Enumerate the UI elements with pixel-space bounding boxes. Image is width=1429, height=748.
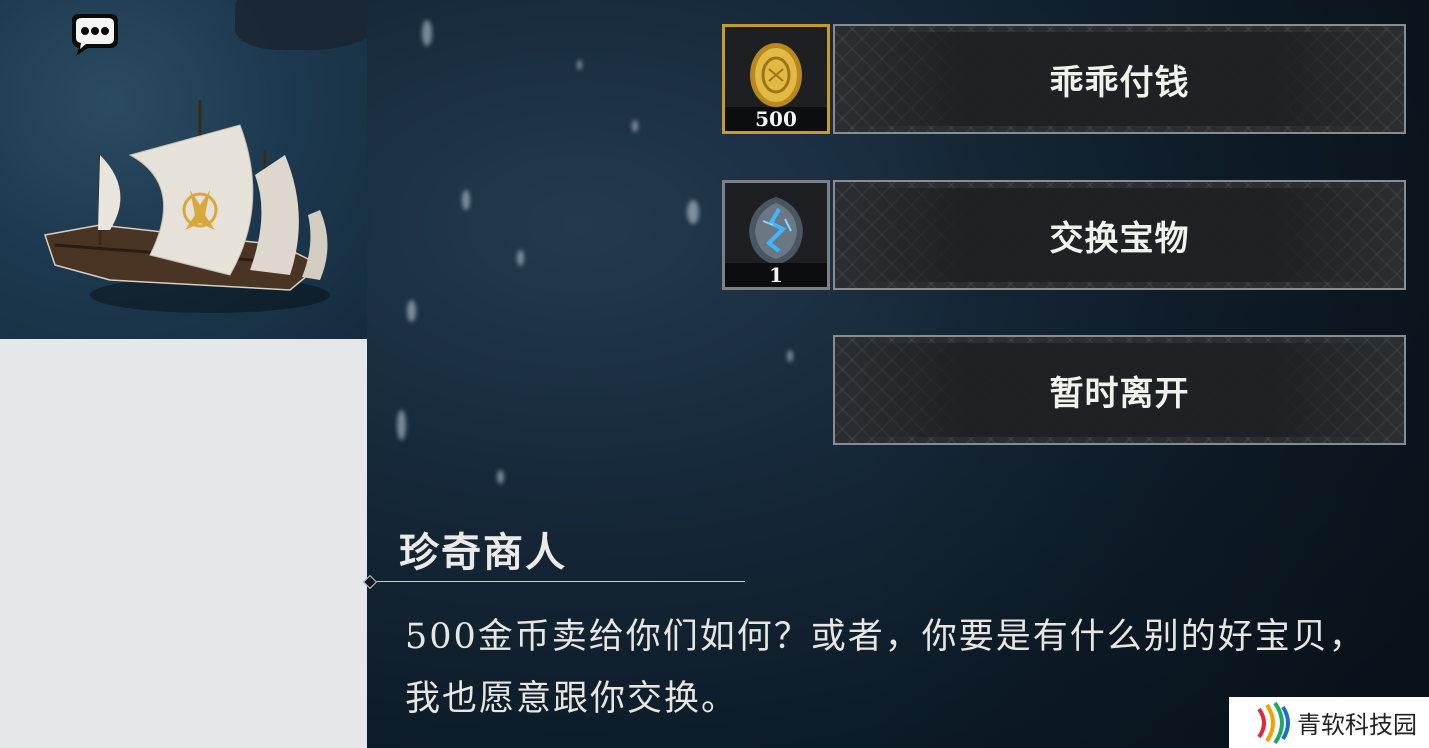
ship-icon[interactable] bbox=[40, 95, 340, 325]
gold-coin-icon bbox=[750, 43, 802, 107]
watermark: 青软科技园 bbox=[1229, 697, 1429, 748]
choice-label: 乖乖付钱 bbox=[1049, 62, 1190, 103]
speaker-name: 珍奇商人 bbox=[399, 529, 567, 576]
speech-bubble-icon[interactable] bbox=[66, 12, 122, 58]
item-count: 500 bbox=[725, 107, 827, 131]
gold-coin-slot: 500 bbox=[722, 24, 830, 134]
speaker-divider bbox=[369, 581, 745, 582]
spray-particle bbox=[407, 300, 416, 322]
spray-particle bbox=[422, 20, 432, 46]
exchange-treasure-button[interactable]: 交换宝物 bbox=[833, 180, 1406, 290]
coastline bbox=[235, 0, 367, 50]
choice-label: 暂时离开 bbox=[1049, 373, 1190, 414]
choice-label: 交换宝物 bbox=[1049, 218, 1190, 259]
blue-rune-stone-icon bbox=[749, 197, 803, 265]
item-count: 1 bbox=[725, 263, 827, 287]
left-panel bbox=[0, 0, 367, 748]
spray-particle bbox=[687, 200, 699, 224]
rune-stone-slot: 1 bbox=[722, 180, 830, 290]
spray-particle bbox=[632, 120, 638, 132]
spray-particle bbox=[787, 350, 793, 362]
spray-particle bbox=[517, 250, 524, 266]
spray-particle bbox=[397, 410, 406, 440]
pay-money-button[interactable]: 乖乖付钱 bbox=[833, 24, 1406, 134]
minimap-view bbox=[0, 0, 367, 339]
leave-button[interactable]: 暂时离开 bbox=[833, 335, 1406, 445]
spray-particle bbox=[462, 190, 470, 210]
watermark-text: 青软科技园 bbox=[1297, 711, 1417, 739]
waveform-logo bbox=[1257, 701, 1290, 744]
spray-particle bbox=[577, 60, 582, 70]
spray-particle bbox=[497, 470, 504, 484]
